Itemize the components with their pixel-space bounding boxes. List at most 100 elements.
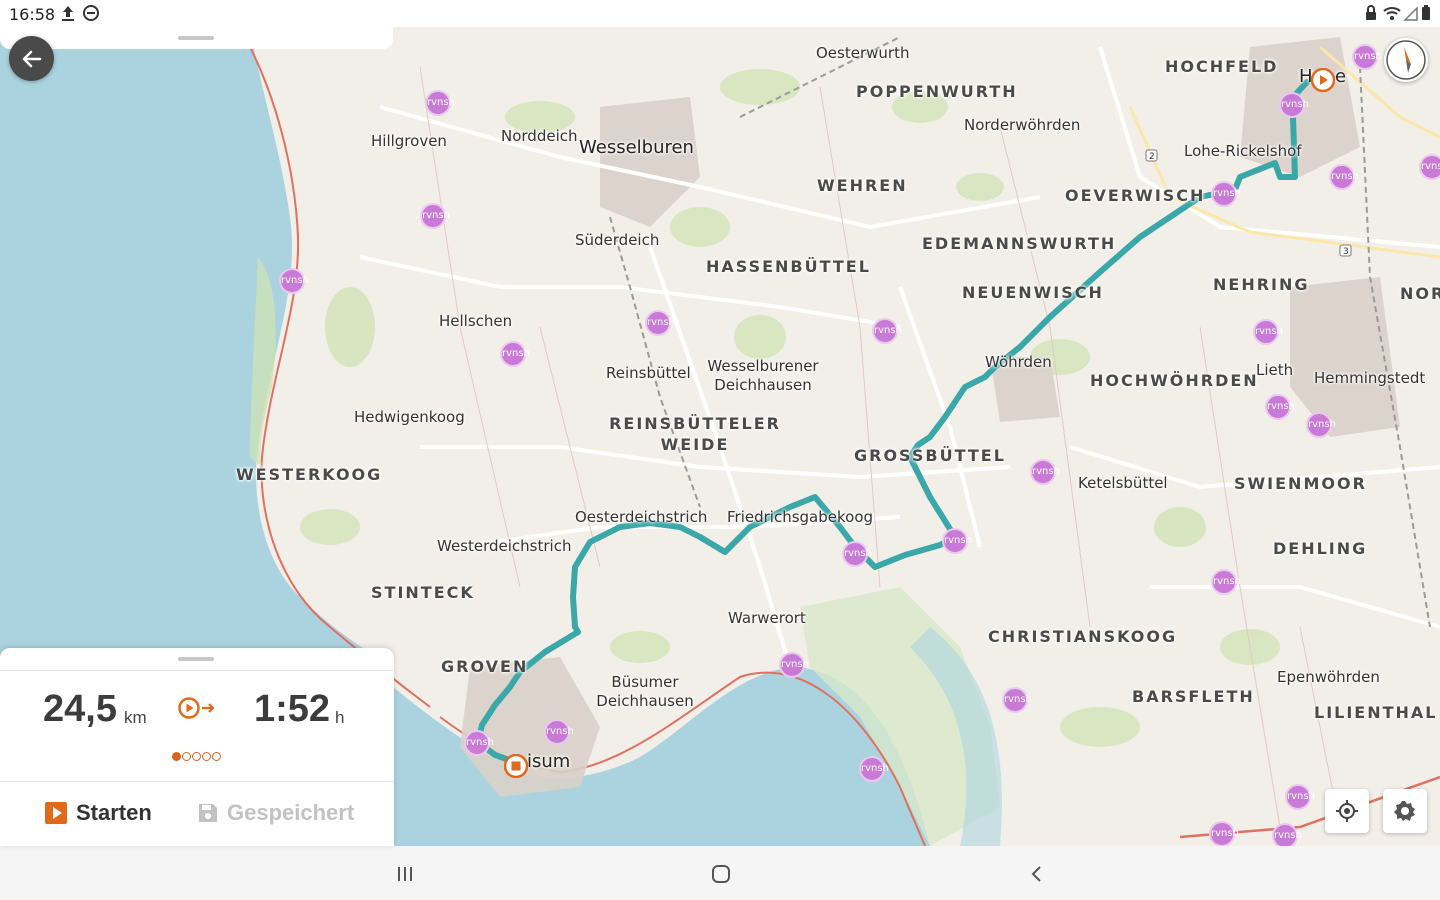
difficulty-rating [172, 752, 221, 761]
route-start-marker[interactable] [1310, 67, 1336, 93]
back-button[interactable] [9, 36, 54, 81]
bus-stop-icon[interactable]: rvnsh [279, 268, 309, 294]
place-label: EDEMANNSWURTH [922, 234, 1117, 253]
saved-button[interactable]: Gespeichert [197, 800, 354, 826]
duration-value: 1:52 [254, 688, 331, 730]
bus-stop-icon[interactable]: rvnsh [872, 318, 902, 344]
place-label: REINSBÜTTELER [609, 414, 781, 433]
place-label: POPPENWURTH [856, 82, 1018, 101]
top-sheet [0, 27, 393, 49]
bus-stop-icon[interactable]: rvnsh [420, 203, 450, 229]
play-icon [45, 802, 67, 824]
start-button[interactable]: Starten [44, 800, 152, 826]
place-label: Oesterwurth [816, 44, 910, 62]
place-label: DEHLING [1273, 539, 1368, 558]
place-label: Lieth [1256, 361, 1294, 379]
bus-stop-icon[interactable]: rvnsh [842, 541, 872, 567]
bus-stop-icon[interactable]: rvnsh [1306, 412, 1336, 438]
place-label: Norddeich [501, 127, 578, 145]
saved-label: Gespeichert [227, 800, 355, 825]
place-label: HOCHWÖHRDEN [1090, 371, 1259, 390]
bus-stop-icon[interactable]: rvnsh [1285, 784, 1315, 810]
bus-stop-icon[interactable]: rvnsh [500, 341, 530, 367]
bus-stop-icon[interactable]: rvnsh [1211, 569, 1241, 595]
route-summary-panel: 24,5 km 1:52 h Starten Gespeichert [0, 648, 394, 846]
bus-stop-icon[interactable]: rvnsh [1329, 164, 1359, 190]
lock-icon [1364, 4, 1378, 27]
bus-stop-icon[interactable]: rvnsh [1352, 44, 1382, 70]
gear-icon [1394, 801, 1415, 821]
place-label: WEIDE [660, 435, 730, 454]
road-shield-3: 3 [1343, 247, 1349, 257]
bus-stop-icon[interactable]: rvnsh [942, 528, 972, 554]
place-label: GROVEN [441, 657, 529, 676]
duration-unit: h [335, 708, 345, 727]
status-time: 16:58 [9, 5, 56, 24]
recents-icon [398, 867, 412, 881]
place-label: Westerdeichstrich [437, 537, 572, 555]
difficulty-dot [212, 752, 221, 761]
place-label: Reinsbüttel [606, 364, 691, 382]
locate-button[interactable] [1325, 789, 1369, 833]
place-label: Deichhausen [596, 692, 694, 710]
place-label: Norderwöhrden [964, 116, 1081, 134]
save-icon [199, 804, 217, 822]
place-label: Oesterdeichstrich [575, 508, 708, 526]
bus-stop-icon[interactable]: rvnsh [645, 310, 675, 336]
place-label: NEHRING [1213, 275, 1310, 294]
bus-stop-icon[interactable]: rvnsh [1265, 394, 1295, 420]
back-icon [1031, 866, 1041, 882]
place-label: Lohe-Rickelshof [1184, 142, 1302, 160]
place-label: SWIENMOOR [1234, 474, 1367, 493]
sheet-handle[interactable] [178, 36, 214, 40]
road-shield-2: 2 [1149, 152, 1155, 162]
app-root: 16:58 2 3 Oesterwurth POPPENWURTH HOCHFE… [0, 0, 1440, 900]
bus-stop-icon[interactable]: rvnsh [464, 730, 494, 756]
place-label: Warwerort [728, 609, 806, 627]
place-label: Wöhrden [985, 353, 1052, 371]
bus-stop-icon[interactable]: rvnsh [859, 756, 889, 782]
place-label: Hillgroven [371, 132, 447, 150]
bus-stop-icon[interactable]: rvnsh [1002, 687, 1032, 713]
bus-stop-icon[interactable]: rvnsh [1211, 181, 1241, 207]
place-label: NEUENWISCH [962, 283, 1104, 302]
bus-stop-icon[interactable]: rvnsh [544, 719, 574, 745]
signal-icon [1403, 4, 1419, 27]
place-label: Büsumer [611, 673, 679, 691]
bus-stop-icon[interactable]: rvnsh [1030, 459, 1060, 485]
place-label: HOCHFELD [1165, 57, 1279, 76]
place-label: OEVERWISCH [1065, 186, 1206, 205]
home-button[interactable] [706, 860, 736, 888]
bus-stop-icon[interactable]: rvnsh [1419, 154, 1440, 180]
bus-stop-icon[interactable]: rvnsh [1209, 821, 1239, 846]
difficulty-dot [192, 752, 201, 761]
place-label: Ketelsbüttel [1078, 474, 1168, 492]
place-label: BARSFLETH [1132, 687, 1255, 706]
bus-stop-icon[interactable]: rvnsh [425, 90, 455, 116]
status-bar: 16:58 [0, 0, 1440, 27]
bus-stop-icon[interactable]: rvnsh [1272, 823, 1302, 846]
place-label: isum [527, 751, 571, 772]
place-label: Friedrichsgabekoog [727, 508, 874, 526]
difficulty-dot [172, 752, 181, 761]
place-label: WEHREN [817, 176, 908, 195]
bus-stop-icon[interactable]: rvnsh [1253, 319, 1283, 345]
system-nav-bar [0, 846, 1440, 900]
place-label: Wesselburener [707, 357, 819, 375]
place-label: Epenwöhrden [1277, 668, 1380, 686]
place-label: GROSSBÜTTEL [854, 446, 1006, 465]
route-end-marker[interactable] [503, 753, 529, 779]
settings-button[interactable] [1383, 789, 1427, 833]
arrow-left-icon [22, 50, 41, 67]
locate-icon [1336, 800, 1358, 822]
nav-back-button[interactable] [1022, 860, 1052, 888]
difficulty-dot [182, 752, 191, 761]
sheet-handle[interactable] [178, 657, 214, 661]
bus-stop-icon[interactable]: rvnsh [1279, 92, 1309, 118]
recents-button[interactable] [390, 860, 420, 888]
upload-icon [60, 4, 76, 27]
place-label: Hemmingstedt [1314, 369, 1426, 387]
compass-button[interactable] [1384, 38, 1428, 82]
place-label: Süderdeich [575, 231, 660, 249]
bus-stop-icon[interactable]: rvnsh [779, 652, 809, 678]
